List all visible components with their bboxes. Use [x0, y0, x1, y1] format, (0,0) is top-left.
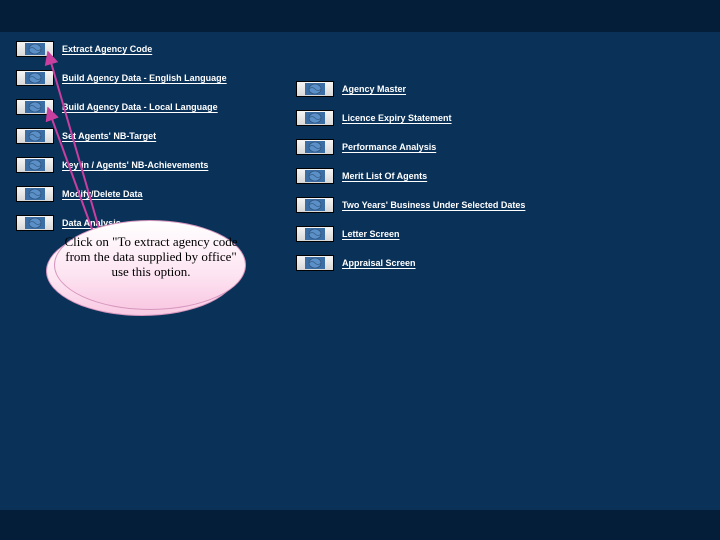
globe-icon: [296, 110, 334, 126]
menu-label: Letter Screen: [342, 229, 400, 240]
menu-item-merit-list[interactable]: Merit List Of Agents: [296, 167, 596, 185]
menu-label: Modify/Delete Data: [62, 189, 143, 200]
menu-item-key-in-nb-achievements[interactable]: Key in / Agents' NB-Achievements: [16, 156, 296, 174]
menu-label: Merit List Of Agents: [342, 171, 427, 182]
menu-label: Licence Expiry Statement: [342, 113, 452, 124]
globe-icon: [296, 255, 334, 271]
instruction-callout: Click on "To extract agency code from th…: [46, 220, 236, 320]
callout-text: Click on "To extract agency code from th…: [60, 234, 242, 279]
menu-label: Appraisal Screen: [342, 258, 416, 269]
globe-icon: [16, 70, 54, 86]
menu-label: Set Agents' NB-Target: [62, 131, 156, 142]
menu-label: Two Years' Business Under Selected Dates: [342, 200, 525, 211]
globe-icon: [16, 157, 54, 173]
menu-item-set-agents-nb-target[interactable]: Set Agents' NB-Target: [16, 127, 296, 145]
globe-icon: [16, 99, 54, 115]
globe-icon: [16, 41, 54, 57]
globe-icon: [16, 186, 54, 202]
menu-label: Extract Agency Code: [62, 44, 152, 55]
globe-icon: [296, 197, 334, 213]
globe-icon: [296, 81, 334, 97]
title-bar: [0, 0, 720, 32]
globe-icon: [16, 128, 54, 144]
menu-item-agency-master[interactable]: Agency Master: [296, 80, 596, 98]
globe-icon: [296, 139, 334, 155]
globe-icon: [296, 226, 334, 242]
menu-label: Key in / Agents' NB-Achievements: [62, 160, 208, 171]
menu-label: Agency Master: [342, 84, 406, 95]
menu-item-extract-agency-code[interactable]: Extract Agency Code: [16, 40, 296, 58]
menu-item-build-agency-english[interactable]: Build Agency Data - English Language: [16, 69, 296, 87]
menu-item-letter-screen[interactable]: Letter Screen: [296, 225, 596, 243]
menu-label: Performance Analysis: [342, 142, 436, 153]
menu-item-modify-delete-data[interactable]: Modify/Delete Data: [16, 185, 296, 203]
globe-icon: [296, 168, 334, 184]
menu-label: Build Agency Data - Local Language: [62, 102, 218, 113]
menu-item-performance-analysis[interactable]: Performance Analysis: [296, 138, 596, 156]
menu-item-two-years-business[interactable]: Two Years' Business Under Selected Dates: [296, 196, 596, 214]
status-bar: [0, 510, 720, 540]
right-menu: Agency Master Licence Expiry Statement P…: [296, 40, 596, 283]
menu-item-licence-expiry[interactable]: Licence Expiry Statement: [296, 109, 596, 127]
menu-label: Build Agency Data - English Language: [62, 73, 227, 84]
menu-item-appraisal-screen[interactable]: Appraisal Screen: [296, 254, 596, 272]
menu-item-build-agency-local[interactable]: Build Agency Data - Local Language: [16, 98, 296, 116]
